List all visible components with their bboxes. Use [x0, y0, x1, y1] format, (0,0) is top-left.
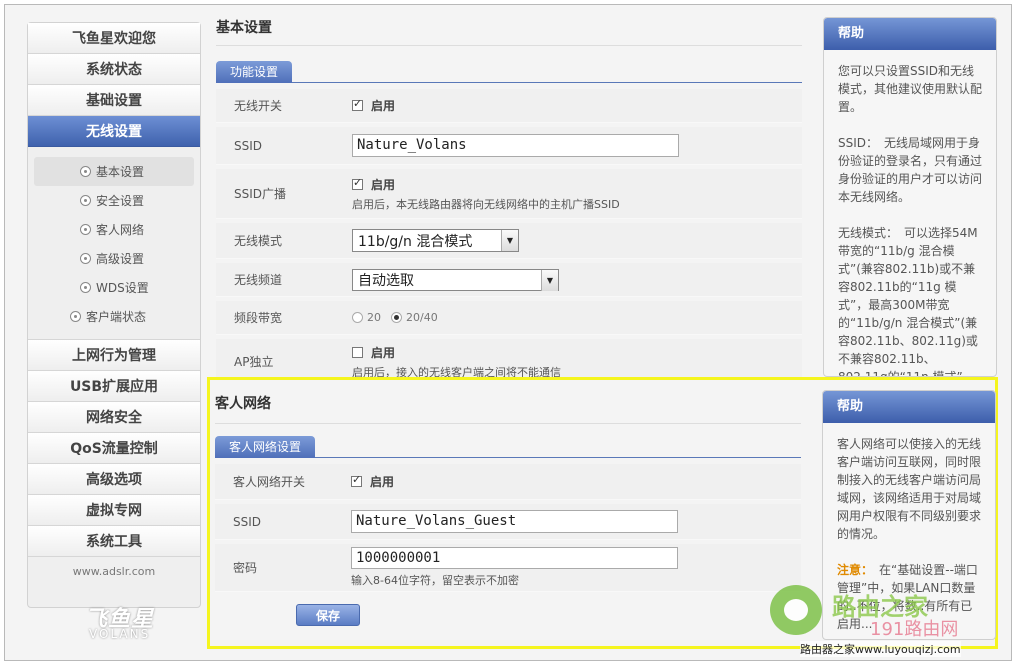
select-value: 11b/g/n 混合模式 — [358, 233, 473, 250]
sidebar-subitem-label: WDS设置 — [96, 281, 149, 295]
sidebar-subitem-security[interactable]: 安全设置 — [28, 186, 200, 215]
sidebar-item-wireless-settings[interactable]: 无线设置 — [28, 116, 200, 147]
row-ssid-broadcast: SSID广播 启用 启用后，本无线路由器将向无线网络中的主机广播SSID — [216, 169, 802, 219]
field-label: SSID — [234, 138, 263, 153]
watermark-footer: 路由器之家www.luyouqizj.com — [800, 641, 961, 657]
radio-label: 20 — [367, 311, 381, 324]
bandwidth-20-40-radio[interactable] — [391, 312, 402, 323]
site-url[interactable]: www.adslr.com — [28, 565, 200, 578]
sidebar-item-usb[interactable]: USB扩展应用 — [28, 371, 200, 402]
sidebar-item-basic-settings[interactable]: 基础设置 — [28, 85, 200, 116]
tab-guest-network-settings[interactable]: 客人网络设置 — [215, 436, 316, 458]
radio-label: 20/40 — [406, 311, 438, 324]
help-title: 帮助 — [823, 391, 995, 423]
sidebar-subitem-label: 基本设置 — [96, 165, 145, 179]
sidebar-item-behavior-mgmt[interactable]: 上网行为管理 — [28, 340, 200, 371]
guest-form: 客人网络开关 启用 SSID Nature_Volans_Guest 密码 10… — [215, 464, 801, 592]
guest-password-hint: 输入8-64位字符，留空表示不加密 — [351, 574, 519, 587]
page-title: 基本设置 — [216, 10, 802, 46]
watermark-text: 191路由网 — [870, 619, 959, 640]
save-button[interactable]: 保存 — [296, 604, 360, 626]
sidebar-subitem-wds[interactable]: WDS设置 — [28, 273, 200, 302]
sidebar-submenu: 基本设置 安全设置 客人网络 高级设置 WDS设置 客户端状态 — [28, 147, 200, 340]
select-value: 自动选取 — [358, 272, 414, 289]
row-wireless-mode: 无线模式 11b/g/n 混合模式 ▼ — [216, 223, 802, 259]
sidebar-item-qos[interactable]: QoS流量控制 — [28, 433, 200, 464]
row-ssid: SSID Nature_Volans — [216, 127, 802, 165]
bullet-icon — [80, 166, 91, 177]
bullet-icon — [80, 195, 91, 206]
field-label: 无线开关 — [234, 99, 283, 113]
field-label: 频段带宽 — [234, 311, 283, 325]
logo-subtext: VOLANS — [89, 627, 151, 641]
bullet-icon — [80, 253, 91, 264]
sidebar-subitem-client-status[interactable]: 客户端状态 — [28, 302, 200, 331]
row-bandwidth: 频段带宽 20 20/40 — [216, 301, 802, 335]
row-wireless-channel: 无线频道 自动选取 ▼ — [216, 263, 802, 297]
help-text: 您可以只设置SSID和无线模式，其他建议使用默认配置。 — [838, 64, 983, 114]
help-panel: 帮助 您可以只设置SSID和无线模式，其他建议使用默认配置。 SSID： 无线局… — [823, 17, 997, 377]
help-title: 帮助 — [824, 18, 996, 50]
wireless-mode-select[interactable]: 11b/g/n 混合模式 ▼ — [352, 229, 519, 252]
help-text: 无线模式： 可以选择54M带宽的“11b/g 混合模式”(兼容802.11b)或… — [838, 226, 978, 377]
guest-section-title: 客人网络 — [215, 380, 801, 424]
field-label: 客人网络开关 — [233, 475, 306, 489]
sidebar-item-system-status[interactable]: 系统状态 — [28, 54, 200, 85]
row-guest-password: 密码 1000000001 输入8-64位字符，留空表示不加密 — [215, 544, 801, 592]
bandwidth-20-radio[interactable] — [352, 312, 363, 323]
sidebar-item-advanced-options[interactable]: 高级选项 — [28, 464, 200, 495]
sidebar-subitem-basic[interactable]: 基本设置 — [34, 157, 194, 186]
watermark-logo-icon — [770, 585, 822, 635]
field-label: SSID广播 — [234, 187, 287, 201]
chevron-down-icon: ▼ — [501, 230, 518, 251]
wireless-channel-select[interactable]: 自动选取 ▼ — [352, 268, 559, 291]
sidebar-item-welcome[interactable]: 飞鱼星欢迎您 — [28, 23, 200, 54]
sidebar-subitem-label: 高级设置 — [96, 252, 145, 266]
field-label: 密码 — [233, 561, 258, 575]
sidebar-subitem-label: 客人网络 — [96, 223, 145, 237]
sidebar-nav: 飞鱼星欢迎您 系统状态 基础设置 无线设置 基本设置 安全设置 客人网络 高级设… — [27, 22, 201, 608]
ssid-input[interactable]: Nature_Volans — [352, 134, 679, 157]
checkbox-label: 启用 — [371, 177, 396, 192]
help-text: SSID： 无线局域网用于身份验证的登录名，只有通过身份验证的用户才可以访问本无… — [838, 136, 983, 204]
checkbox-label: 启用 — [371, 99, 396, 113]
checkbox-label: 启用 — [371, 345, 396, 360]
sidebar-subitem-guest-network[interactable]: 客人网络 — [28, 215, 200, 244]
basic-form: 无线开关 启用 SSID Nature_Volans SSID广播 启用 启用后… — [216, 89, 802, 385]
tab-function-settings[interactable]: 功能设置 — [216, 61, 293, 83]
ssid-broadcast-hint: 启用后，本无线路由器将向无线网络中的主机广播SSID — [352, 197, 620, 211]
help-text: 客人网络可以使接入的无线客户端访问互联网，同时限制接入的无线客户端访问局域网，该… — [837, 437, 982, 541]
field-label: 无线模式 — [234, 234, 283, 248]
row-guest-switch: 客人网络开关 启用 — [215, 464, 801, 500]
sidebar-subitem-advanced[interactable]: 高级设置 — [28, 244, 200, 273]
sidebar-item-system-tools[interactable]: 系统工具 — [28, 526, 200, 557]
watermark: 路由之家 191路由网 路由器之家www.luyouqizj.com — [770, 585, 1006, 657]
field-label: 无线频道 — [234, 273, 283, 287]
row-wireless-switch: 无线开关 启用 — [216, 89, 802, 123]
basic-settings-panel: 基本设置 功能设置 无线开关 启用 SSID Nature_Volans SSI… — [206, 10, 811, 389]
guest-switch-checkbox[interactable] — [351, 473, 362, 487]
ap-isolation-checkbox[interactable] — [352, 346, 363, 358]
checkbox-label: 启用 — [370, 475, 395, 489]
bullet-icon — [80, 224, 91, 235]
field-label: SSID — [233, 514, 262, 529]
sidebar-item-vpn[interactable]: 虚拟专网 — [28, 495, 200, 526]
ssid-broadcast-checkbox[interactable] — [352, 176, 363, 190]
note-label: 注意： — [837, 563, 868, 577]
volans-logo: 飞鱼星 VOLANS — [27, 597, 187, 647]
guest-ssid-input[interactable]: Nature_Volans_Guest — [351, 510, 678, 533]
chevron-down-icon: ▼ — [541, 269, 558, 291]
wireless-switch-checkbox[interactable] — [352, 97, 363, 111]
sidebar-subitem-label: 安全设置 — [96, 194, 145, 208]
guest-password-input[interactable]: 1000000001 — [351, 547, 678, 569]
tab-bar: 功能设置 — [216, 59, 802, 83]
bullet-icon — [70, 311, 81, 322]
sidebar-item-network-security[interactable]: 网络安全 — [28, 402, 200, 433]
row-guest-ssid: SSID Nature_Volans_Guest — [215, 504, 801, 540]
bullet-icon — [80, 282, 91, 293]
sidebar-subitem-label: 客户端状态 — [86, 310, 147, 324]
guest-tab-bar: 客人网络设置 — [215, 434, 801, 458]
